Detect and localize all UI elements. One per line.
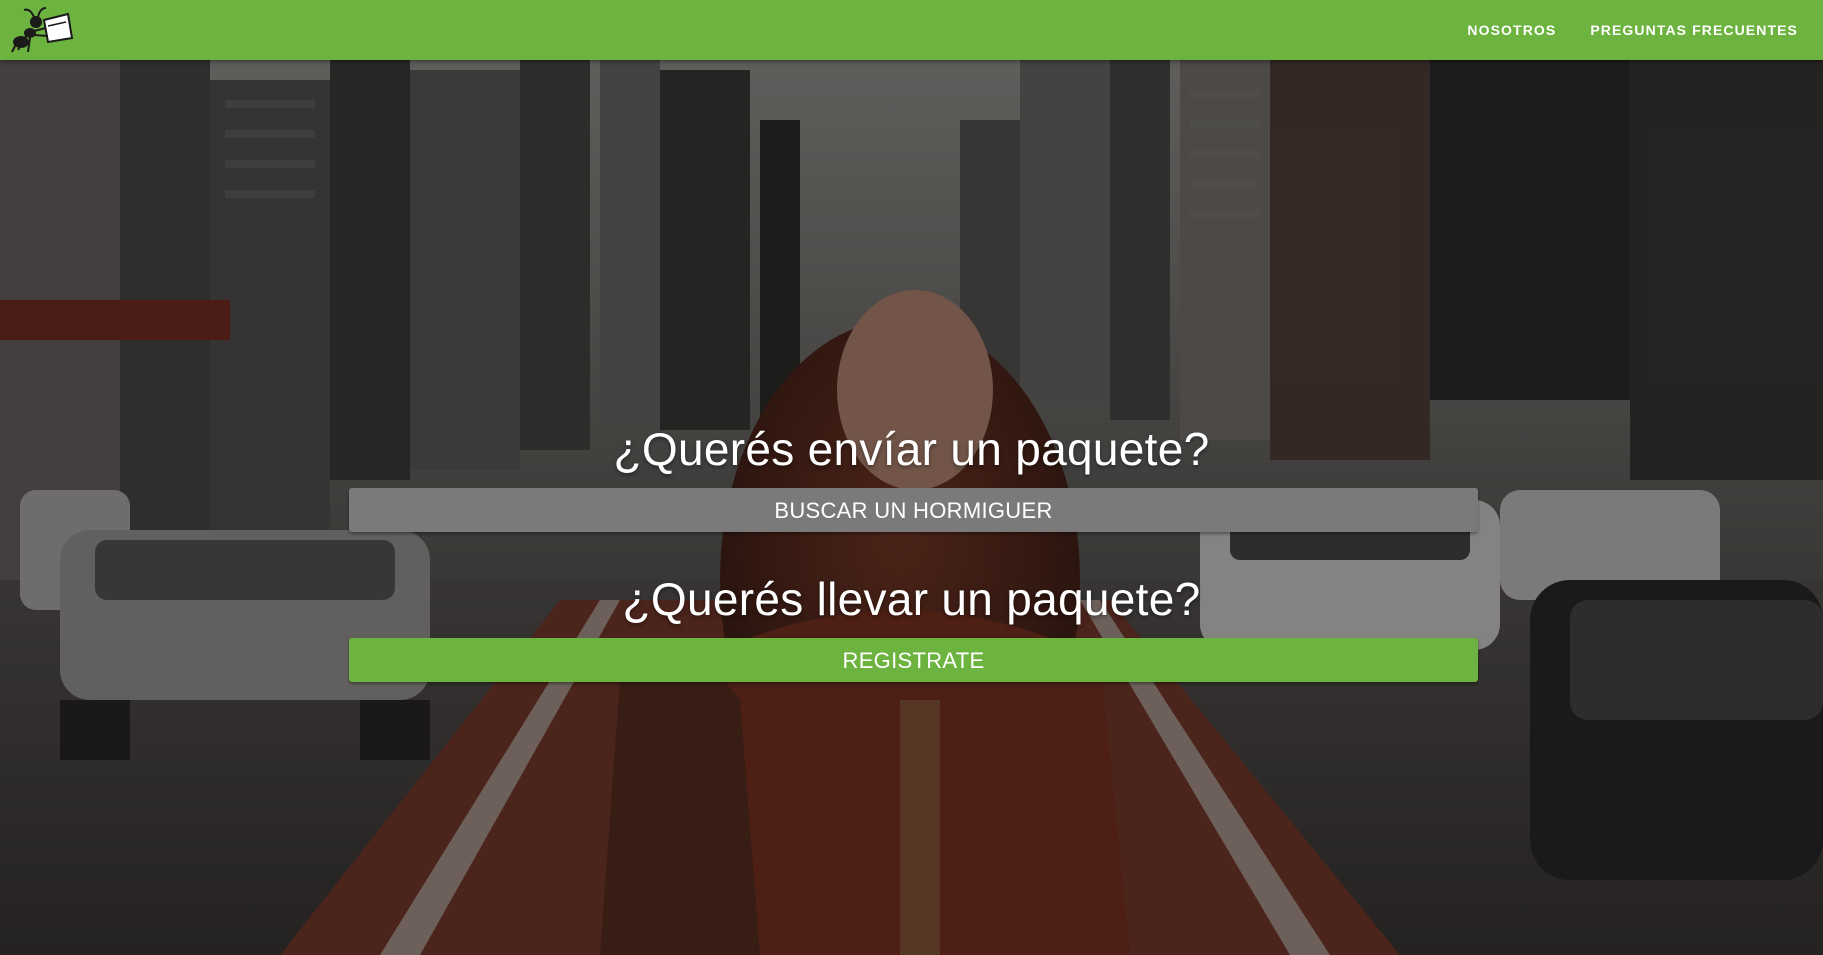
nav-links: NOSOTROS PREGUNTAS FRECUENTES — [1467, 0, 1798, 60]
hero-content: ¿Querés envíar un paquete? BUSCAR UN HOR… — [0, 60, 1823, 955]
search-hormiguer-button[interactable]: BUSCAR UN HORMIGUER — [349, 488, 1478, 532]
nav-link-preguntas-frecuentes[interactable]: PREGUNTAS FRECUENTES — [1590, 22, 1798, 38]
send-package-question: ¿Querés envíar un paquete? — [613, 423, 1210, 475]
nav-link-nosotros[interactable]: NOSOTROS — [1467, 22, 1556, 38]
home-logo-link[interactable] — [10, 4, 76, 56]
ant-carrying-package-icon — [11, 7, 74, 53]
carry-package-question: ¿Querés llevar un paquete? — [622, 573, 1201, 625]
register-button[interactable]: REGISTRATE — [349, 638, 1478, 682]
top-navbar: NOSOTROS PREGUNTAS FRECUENTES — [0, 0, 1823, 60]
landing-page: NOSOTROS PREGUNTAS FRECUENTES ¿Querés en… — [0, 0, 1823, 955]
